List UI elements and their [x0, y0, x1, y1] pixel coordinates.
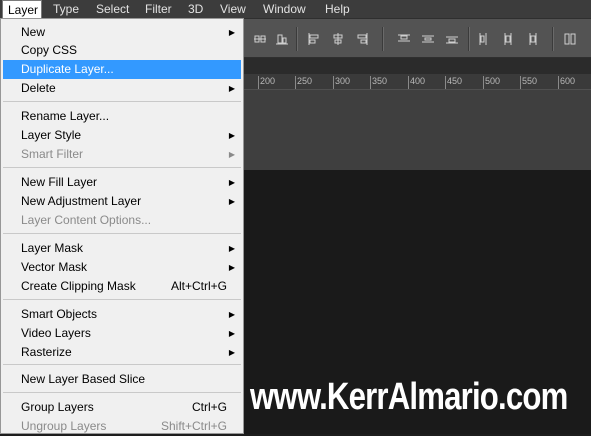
submenu-arrow-icon: ▶ [228, 178, 235, 187]
menu-view[interactable]: View [220, 0, 246, 18]
menu-item-smart-filter: Smart Filter ▶ [3, 145, 241, 164]
distribute-centers-icon[interactable] [422, 33, 434, 45]
menu-item-rename-layer[interactable]: Rename Layer... [3, 107, 241, 126]
menu-item-new-fill-layer[interactable]: New Fill Layer ▶ [3, 173, 241, 192]
distribute-hcenter-icon[interactable] [502, 33, 514, 45]
menu-separator [3, 167, 241, 168]
layer-dropdown-menu: New ▶ Copy CSS Duplicate Layer... Delete ▶… [0, 18, 244, 434]
ruler-label: 400 [410, 76, 426, 86]
menu-separator [3, 101, 241, 102]
submenu-arrow-icon: ▶ [228, 310, 235, 319]
ruler-label: 450 [447, 76, 463, 86]
align-left-edges-icon[interactable] [308, 33, 320, 45]
watermark-text: www.KerrAlmario.com [250, 376, 568, 418]
align-horizontal-centers-icon[interactable] [332, 33, 344, 45]
menu-help[interactable]: Help [325, 0, 350, 18]
menu-type[interactable]: Type [53, 0, 79, 18]
horizontal-ruler: 200 250 300 350 400 450 500 550 600 [244, 74, 591, 90]
menu-item-new[interactable]: New ▶ [3, 23, 241, 42]
ruler-label: 300 [335, 76, 351, 86]
menu-item-layer-mask[interactable]: Layer Mask ▶ [3, 239, 241, 258]
menu-item-smart-objects[interactable]: Smart Objects ▶ [3, 305, 241, 324]
distribute-bottom-icon[interactable] [446, 33, 458, 45]
align-bottom-icon[interactable] [276, 33, 288, 45]
ruler-label: 350 [372, 76, 388, 86]
menu-item-copy-css[interactable]: Copy CSS [3, 41, 241, 60]
shortcut-label: Alt+Ctrl+G [170, 279, 227, 293]
menu-select[interactable]: Select [96, 0, 129, 18]
submenu-arrow-icon: ▶ [228, 150, 235, 159]
options-bar [244, 18, 591, 58]
menu-item-group-layers[interactable]: Group Layers Ctrl+G [3, 398, 241, 417]
submenu-arrow-icon: ▶ [228, 197, 235, 206]
shortcut-label: Shift+Ctrl+G [160, 419, 227, 433]
menu-item-duplicate-layer[interactable]: Duplicate Layer... [3, 60, 241, 79]
menu-item-vector-mask[interactable]: Vector Mask ▶ [3, 258, 241, 277]
document-tab-strip [244, 58, 591, 74]
align-icon[interactable] [254, 33, 266, 45]
separator [468, 27, 470, 51]
distribute-right-icon[interactable] [526, 33, 538, 45]
menu-separator [3, 364, 241, 365]
submenu-arrow-icon: ▶ [228, 244, 235, 253]
menu-layer[interactable]: Layer [2, 0, 42, 18]
align-right-edges-icon[interactable] [356, 33, 368, 45]
menu-item-layer-content-options: Layer Content Options... [21, 213, 152, 227]
menu-window[interactable]: Window [263, 0, 306, 18]
menu-item-delete[interactable]: Delete ▶ [3, 79, 241, 98]
menu-item-new-layer-based-slice[interactable]: New Layer Based Slice [3, 370, 241, 389]
ruler-label: 500 [485, 76, 501, 86]
menu-separator [3, 392, 241, 393]
menu-separator [3, 299, 241, 300]
menu-bar: Layer Type Select Filter 3D View Window … [0, 0, 591, 18]
distribute-top-icon[interactable] [398, 33, 410, 45]
menu-item-ungroup-layers: Ungroup Layers Shift+Ctrl+G [3, 417, 241, 436]
menu-3d[interactable]: 3D [188, 0, 203, 18]
ruler-label: 250 [297, 76, 313, 86]
shortcut-label: Ctrl+G [191, 400, 227, 414]
ruler-label: 550 [522, 76, 538, 86]
menu-separator [3, 233, 241, 234]
submenu-arrow-icon: ▶ [228, 348, 235, 357]
submenu-arrow-icon: ▶ [228, 263, 235, 272]
menu-item-rasterize[interactable]: Rasterize ▶ [3, 343, 241, 362]
auto-align-icon[interactable] [564, 33, 576, 45]
menu-item-video-layers[interactable]: Video Layers ▶ [3, 324, 241, 343]
separator [296, 27, 298, 51]
submenu-arrow-icon: ▶ [228, 131, 235, 140]
menu-item-new-adjustment-layer[interactable]: New Adjustment Layer ▶ [3, 192, 241, 211]
menu-item-layer-style[interactable]: Layer Style ▶ [3, 126, 241, 145]
submenu-arrow-icon: ▶ [228, 84, 235, 93]
pasteboard [244, 90, 591, 170]
menu-item-create-clipping-mask[interactable]: Create Clipping Mask Alt+Ctrl+G [3, 277, 241, 296]
separator [552, 27, 554, 51]
distribute-left-icon[interactable] [478, 33, 490, 45]
menu-filter[interactable]: Filter [145, 0, 172, 18]
ruler-label: 200 [260, 76, 276, 86]
submenu-arrow-icon: ▶ [228, 28, 235, 37]
ruler-label: 600 [560, 76, 576, 86]
submenu-arrow-icon: ▶ [228, 329, 235, 338]
separator [382, 27, 384, 51]
